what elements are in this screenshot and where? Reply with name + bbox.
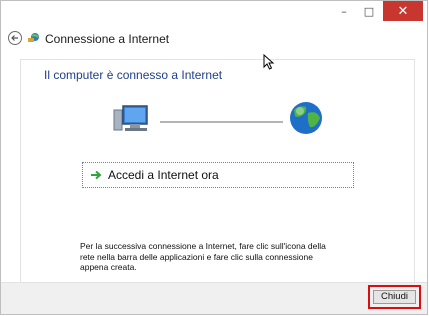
dialog-window: – □ ✕ Connessione a Internet Il computer… [0,0,428,315]
maximize-button[interactable]: □ [357,1,381,21]
content-panel: Il computer è connesso a Internet Accedi… [20,59,415,285]
connection-status-text: Il computer è connesso a Internet [44,68,223,82]
navigation-header: Connessione a Internet [1,27,427,51]
back-arrow-icon [11,35,18,41]
green-arrow-icon [91,170,102,180]
dialog-footer: Chiudi [1,282,427,314]
close-button-highlight: Chiudi [368,285,421,309]
info-text: Per la successiva connessione a Internet… [80,241,326,272]
computer-icon [113,105,148,131]
globe-icon [290,102,322,134]
mouse-cursor-icon [263,54,275,70]
connection-diagram [113,102,322,134]
close-button[interactable]: Chiudi [373,290,416,304]
connect-now-label: Accedi a Internet ora [108,168,219,182]
minimize-button[interactable]: – [331,1,357,21]
back-button[interactable] [8,31,22,45]
network-globe-icon [28,33,39,42]
connect-now-link[interactable]: Accedi a Internet ora [82,162,354,188]
title-bar: – □ ✕ [1,1,427,25]
window-title: Connessione a Internet [45,32,170,46]
close-window-button[interactable]: ✕ [383,1,423,21]
